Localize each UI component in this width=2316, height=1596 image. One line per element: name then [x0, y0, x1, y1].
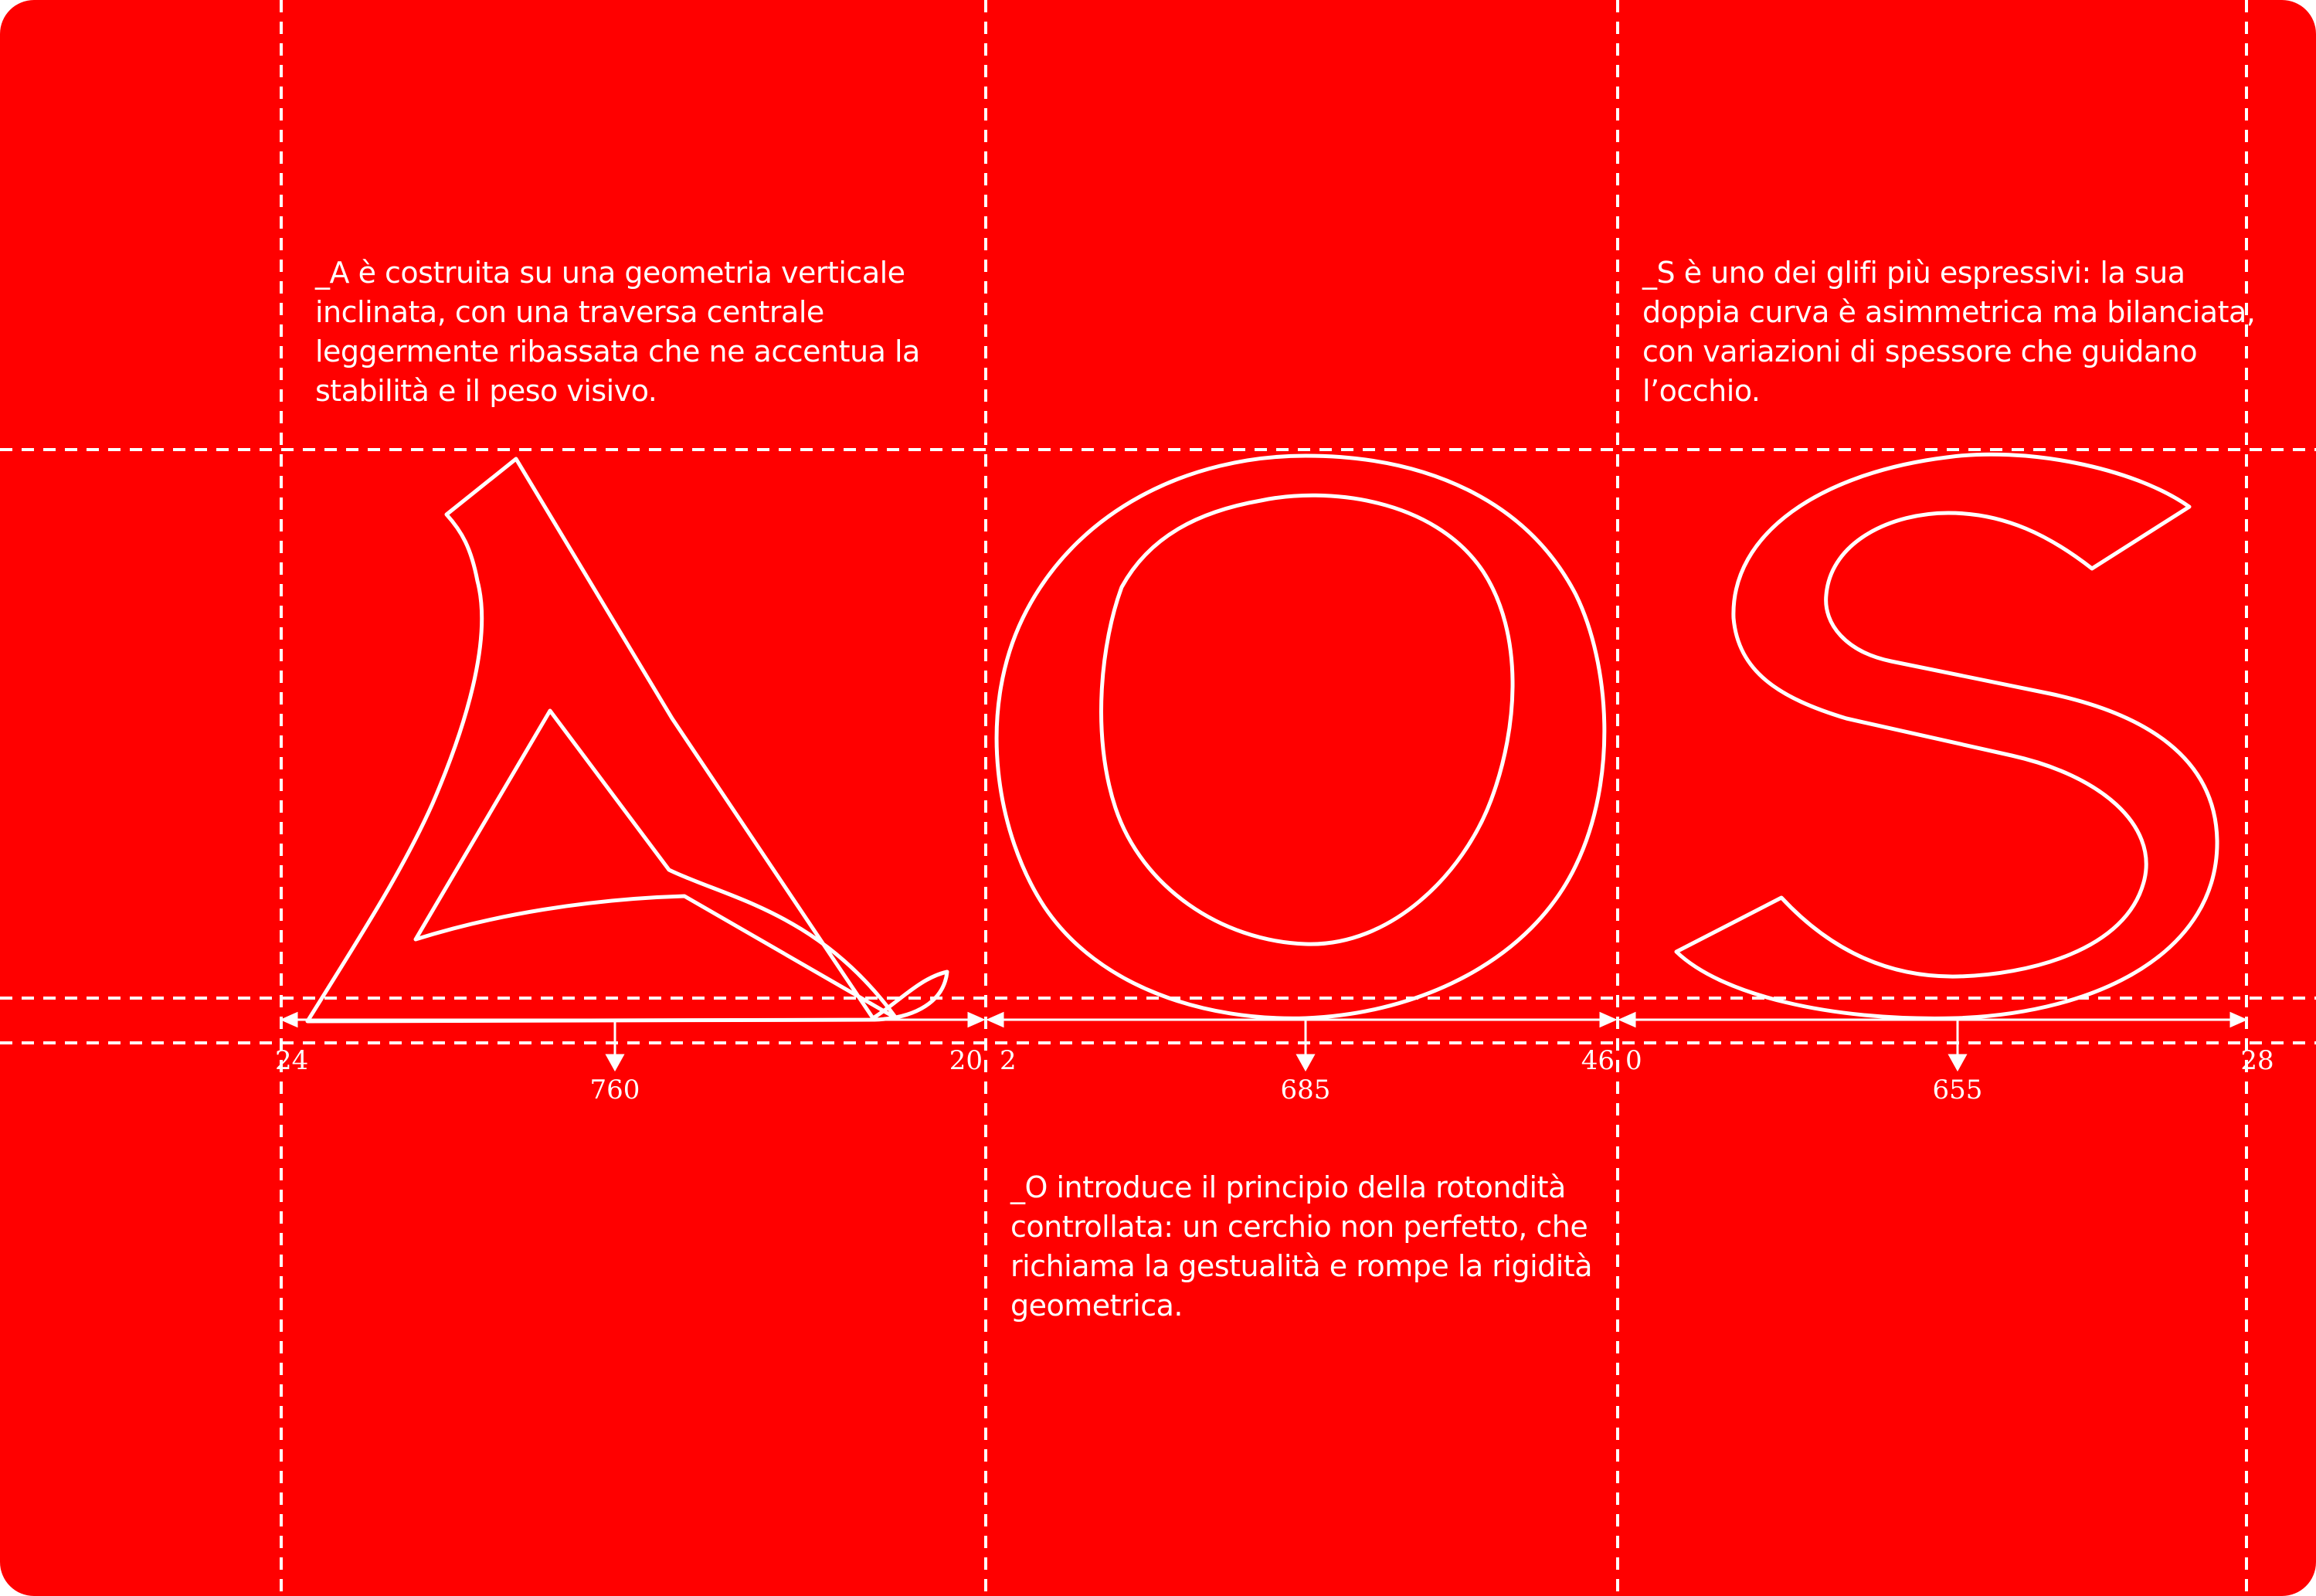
metric-a-left-bearing: 24 [275, 1045, 308, 1076]
metric-s-advance-width: 655 [1933, 1075, 1983, 1105]
metric-s-right-bearing: 28 [2240, 1045, 2274, 1076]
note-glyph-s: _S è uno dei glifi più espressivi: la su… [1642, 256, 2256, 408]
background [0, 0, 2316, 1596]
metric-o-left-bearing: 2 [1000, 1045, 1017, 1076]
note-glyph-a: _A è costruita su una geometria vertical… [315, 256, 920, 408]
metric-a-right-bearing: 20 [949, 1045, 983, 1076]
metric-o-right-bearing: 46 [1581, 1045, 1615, 1076]
note-glyph-o: _O introduce il principio della rotondit… [1010, 1170, 1593, 1323]
specimen-canvas: 24 760 20 2 685 46 0 655 28 [0, 0, 2316, 1596]
type-specimen-board: 24 760 20 2 685 46 0 655 28 _A è costrui… [0, 0, 2316, 1596]
metric-o-advance-width: 685 [1281, 1075, 1331, 1105]
metric-a-advance-width: 760 [590, 1075, 640, 1105]
metric-s-left-bearing: 0 [1625, 1045, 1642, 1076]
